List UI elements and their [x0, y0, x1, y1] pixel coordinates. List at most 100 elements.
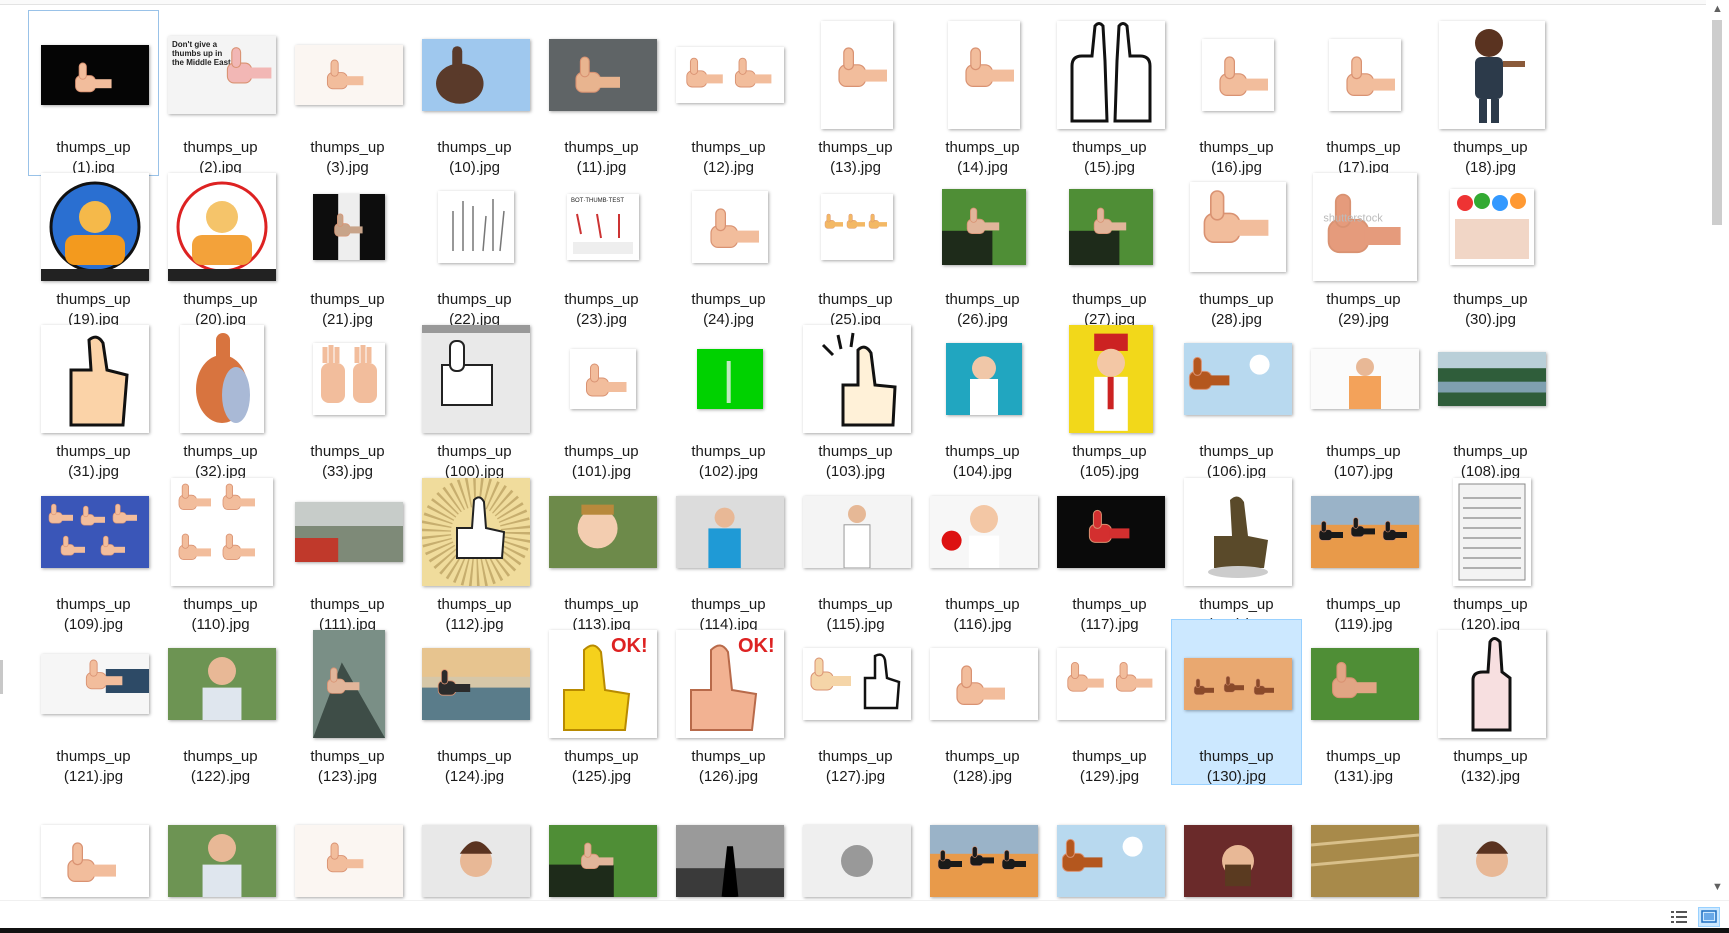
file-item[interactable] [917, 772, 1048, 900]
file-item[interactable]: thumps_up (114).jpg [663, 467, 794, 633]
file-item[interactable] [536, 772, 667, 900]
file-item[interactable]: thumps_up (22).jpg [409, 162, 540, 328]
file-item[interactable]: thumps_up (110).jpg [155, 467, 286, 633]
file-name-line-1: thumps_up [183, 139, 258, 156]
file-item[interactable]: thumps_up (112).jpg [409, 467, 540, 633]
file-thumbnail [548, 495, 657, 568]
file-item[interactable]: thumps_up (15).jpg [1044, 10, 1175, 176]
file-item[interactable]: thumps_up (113).jpg [536, 467, 667, 633]
file-item[interactable]: thumps_up (122).jpg [155, 619, 286, 785]
file-item[interactable]: thumps_up (26).jpg [917, 162, 1048, 328]
file-item[interactable]: thumps_up (116).jpg [917, 467, 1048, 633]
file-name-line-1: thumps_up [437, 443, 512, 460]
file-item[interactable]: thumps_up (124).jpg [409, 619, 540, 785]
file-item[interactable]: thumps_up (31).jpg [28, 314, 159, 480]
file-item[interactable]: thumps_up (32).jpg [155, 314, 286, 480]
file-item[interactable] [1425, 772, 1556, 900]
file-item[interactable]: thumps_up (105).jpg [1044, 314, 1175, 480]
file-item[interactable]: Don't give a thumbs up in the Middle Eas… [155, 10, 286, 176]
file-thumbnail [294, 501, 403, 562]
scroll-up-arrow-icon[interactable]: ▲ [1706, 2, 1729, 16]
file-thumbnail [40, 825, 149, 897]
file-item[interactable]: thumps_up (21).jpg [282, 162, 413, 328]
file-item[interactable]: thumps_up (119).jpg [1298, 467, 1429, 633]
file-name-line-1: thumps_up [1199, 596, 1274, 613]
file-item[interactable]: OK! thumps_up (126).jpg [663, 619, 794, 785]
file-item[interactable]: thumps_up (115).jpg [790, 467, 921, 633]
vertical-scrollbar[interactable]: ▲ ▼ [1706, 0, 1729, 905]
file-item[interactable]: thumps_up (100).jpg [409, 314, 540, 480]
file-item[interactable]: thumps_up (117).jpg [1044, 467, 1175, 633]
file-item[interactable] [409, 772, 540, 900]
navigation-pane-splitter[interactable] [0, 660, 3, 694]
file-thumbnail [802, 825, 911, 897]
file-item[interactable]: thumps_up (17).jpg [1298, 10, 1429, 176]
file-name-line-1: thumps_up [1072, 443, 1147, 460]
file-thumbnail: shutterstock [1312, 172, 1417, 281]
file-item[interactable]: thumps_up (18).jpg [1425, 10, 1556, 176]
scroll-thumb[interactable] [1712, 20, 1722, 225]
file-item[interactable]: OK! thumps_up (125).jpg [536, 619, 667, 785]
file-item[interactable]: thumps_up (121).jpg [28, 619, 159, 785]
file-thumbnail [947, 20, 1020, 129]
file-item[interactable] [1171, 772, 1302, 900]
file-thumbnail [167, 825, 276, 897]
file-item[interactable] [1298, 772, 1429, 900]
file-item[interactable] [663, 772, 794, 900]
file-item[interactable]: thumps_up (19).jpg [28, 162, 159, 328]
file-thumbnail [1068, 188, 1153, 265]
file-item[interactable]: thumps_up (109).jpg [28, 467, 159, 633]
file-item[interactable]: thumps_up (106).jpg [1171, 314, 1302, 480]
file-item[interactable] [28, 772, 159, 900]
file-item[interactable]: BOT·THUMB·TEST thumps_up (23).jpg [536, 162, 667, 328]
file-item[interactable]: thumps_up (14).jpg [917, 10, 1048, 176]
file-item[interactable]: thumps_up (128).jpg [917, 619, 1048, 785]
file-item[interactable]: thumps_up (1).jpg [28, 10, 159, 176]
file-item[interactable]: thumps_up (25).jpg [790, 162, 921, 328]
scroll-down-arrow-icon[interactable]: ▼ [1706, 880, 1729, 894]
large-icons-view-icon[interactable] [1698, 907, 1720, 927]
file-thumbnail [675, 46, 784, 103]
file-item[interactable]: thumps_up (27).jpg [1044, 162, 1175, 328]
file-thumbnail [1183, 657, 1292, 710]
file-item[interactable]: thumps_up (130).jpg [1171, 619, 1302, 785]
file-item[interactable]: thumps_up (120).jpg [1425, 467, 1556, 633]
file-item[interactable] [790, 772, 921, 900]
file-item[interactable]: thumps_up (20).jpg [155, 162, 286, 328]
details-view-icon[interactable] [1670, 909, 1688, 925]
file-item[interactable] [1044, 772, 1175, 900]
file-item[interactable]: thumps_up (24).jpg [663, 162, 794, 328]
file-item[interactable]: thumps_up (102).jpg [663, 314, 794, 480]
file-item[interactable]: thumps_up (127).jpg [790, 619, 921, 785]
file-item[interactable]: thumps_up (131).jpg [1298, 619, 1429, 785]
file-item[interactable]: thumps_up (30).jpg [1425, 162, 1556, 328]
file-name-line-1: thumps_up [310, 443, 385, 460]
file-item[interactable]: thumps_up (16).jpg [1171, 10, 1302, 176]
file-item[interactable]: thumps_up (108).jpg [1425, 314, 1556, 480]
file-item[interactable]: thumps_up (111).jpg [282, 467, 413, 633]
file-grid[interactable]: thumps_up (1).jpg Don't give a thumbs up i… [0, 10, 1700, 900]
file-item[interactable]: thumps_up (10).jpg [409, 10, 540, 176]
file-item[interactable]: thumps_up (101).jpg [536, 314, 667, 480]
svg-text:BOT·THUMB·TEST: BOT·THUMB·TEST [571, 198, 624, 204]
file-item[interactable]: thumps_up (12).jpg [663, 10, 794, 176]
file-item[interactable]: thumps_up (3).jpg [282, 10, 413, 176]
file-item[interactable]: thumps_up (13).jpg [790, 10, 921, 176]
file-item[interactable]: thumps_up (123).jpg [282, 619, 413, 785]
file-item[interactable]: thumps_up (11).jpg [536, 10, 667, 176]
file-item[interactable]: thumps_up (129).jpg [1044, 619, 1175, 785]
file-name-line-1: thumps_up [945, 443, 1020, 460]
file-item[interactable]: thumps_up (104).jpg [917, 314, 1048, 480]
file-item[interactable] [155, 772, 286, 900]
file-thumbnail [1452, 477, 1531, 586]
file-name-line-1: thumps_up [691, 748, 766, 765]
file-item[interactable]: thumps_up (33).jpg [282, 314, 413, 480]
file-name-line-1: thumps_up [310, 748, 385, 765]
file-item[interactable]: shutterstock thumps_up (29).jpg [1298, 162, 1429, 328]
file-item[interactable]: thumps_up (28).jpg [1171, 162, 1302, 328]
file-item[interactable]: thumps_up(118).jpg [1171, 467, 1302, 633]
file-item[interactable]: thumps_up (132).jpg [1425, 619, 1556, 785]
file-item[interactable]: thumps_up (107).jpg [1298, 314, 1429, 480]
file-item[interactable] [282, 772, 413, 900]
file-item[interactable]: thumps_up (103).jpg [790, 314, 921, 480]
